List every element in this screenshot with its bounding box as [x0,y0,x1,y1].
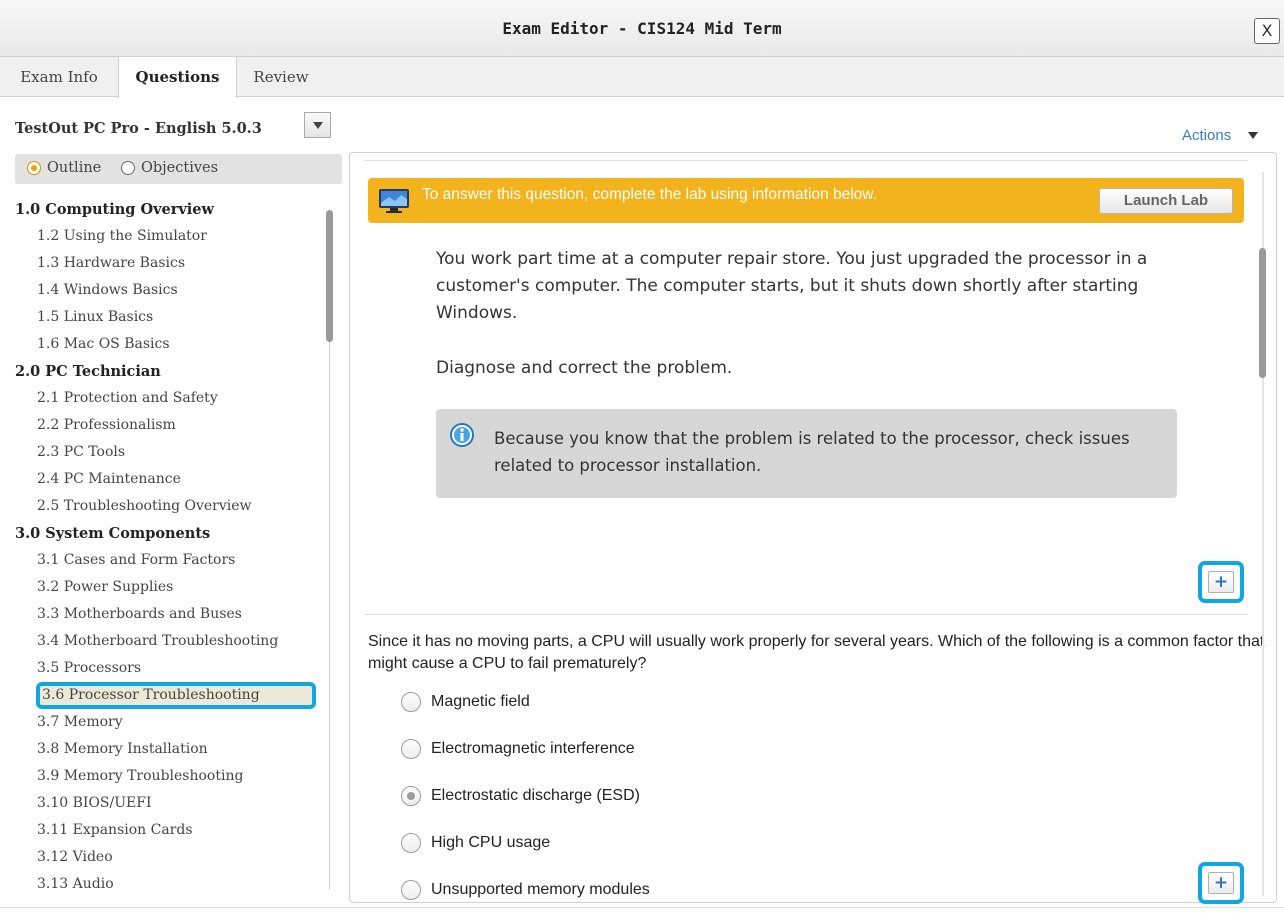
tab-review[interactable]: Review [237,57,325,97]
objectives-radio[interactable] [121,161,135,175]
outline-item[interactable]: 1.4 Windows Basics [15,277,320,304]
outline-list: 1.0 Computing Overview 1.2 Using the Simu… [15,196,320,898]
outline-option[interactable]: Outline [27,160,101,176]
lab-scenario: You work part time at a computer repair … [436,249,1148,323]
outline-item[interactable]: 3.7 Memory [15,709,320,736]
outline-item[interactable]: 3.5 Processors [15,655,320,682]
question-text: Since it has no moving parts, a CPU will… [368,633,1265,672]
caret-down-icon[interactable] [1248,132,1258,139]
outline-item[interactable]: 3.6 Processor Troubleshooting [15,682,320,709]
tab-bar: Exam Info Questions Review [0,57,1284,98]
title-bar: Exam Editor - CIS124 Mid Term X [0,0,1284,57]
answer-radio[interactable] [401,692,421,712]
objectives-option[interactable]: Objectives [121,160,218,176]
answer-label: High CPU usage [431,834,551,851]
tab-questions[interactable]: Questions [118,57,237,98]
outline-section[interactable]: 2.0 PC Technician [15,358,320,385]
outline-item[interactable]: 1.6 Mac OS Basics [15,331,320,358]
outline-item[interactable]: 2.4 PC Maintenance [15,466,320,493]
outline-scrollbar[interactable] [326,210,333,342]
outline-label: Outline [47,160,102,176]
outline-item[interactable]: 2.1 Protection and Safety [15,385,320,412]
chevron-down-icon[interactable] [304,112,331,138]
outline-radio[interactable] [27,161,41,175]
lab-instruction: To answer this question, complete the la… [422,186,877,203]
answer-option[interactable]: Unsupported memory modules [401,880,650,900]
answer-radio[interactable] [401,786,421,806]
outline-item[interactable]: 3.9 Memory Troubleshooting [15,763,320,790]
hint-text: Because you know that the problem is rel… [494,429,1130,475]
lab-task: Diagnose and correct the problem. [436,358,733,378]
view-toggle: Outline Objectives [15,154,342,184]
answer-option[interactable]: Magnetic field [401,692,530,712]
outline-item[interactable]: 3.1 Cases and Form Factors [15,547,320,574]
answer-option[interactable]: Electrostatic discharge (ESD) [401,786,640,806]
plus-icon: + [1208,872,1234,894]
outline-item[interactable]: 3.4 Motherboard Troubleshooting [15,628,320,655]
outline-item-label: 3.6 Processor Troubleshooting [42,687,260,703]
launch-lab-button[interactable]: Launch Lab [1099,188,1233,214]
outline-section[interactable]: 3.0 System Components [15,520,320,547]
add-question-button[interactable]: + [1198,561,1244,603]
outline-item[interactable]: 2.5 Troubleshooting Overview [15,493,320,520]
divider [364,160,1248,161]
answer-option[interactable]: High CPU usage [401,833,550,853]
outline-item[interactable]: 1.3 Hardware Basics [15,250,320,277]
answer-radio[interactable] [401,739,421,759]
answer-radio[interactable] [401,880,421,900]
course-selector[interactable]: TestOut PC Pro - English 5.0.3 [15,120,262,137]
outline-item[interactable]: 2.3 PC Tools [15,439,320,466]
add-question-button[interactable]: + [1198,862,1244,904]
window-title: Exam Editor - CIS124 Mid Term [502,19,782,38]
outline-item[interactable]: 3.11 Expansion Cards [15,817,320,844]
outline-item[interactable]: 3.2 Power Supplies [15,574,320,601]
close-button[interactable]: X [1254,18,1280,44]
divider [364,614,1248,615]
outline-item[interactable]: 2.2 Professionalism [15,412,320,439]
outline-item[interactable]: 1.2 Using the Simulator [15,223,320,250]
actions-menu[interactable]: Actions [1182,127,1231,144]
outline-item[interactable]: 3.3 Motherboards and Buses [15,601,320,628]
outline-item[interactable]: 1.5 Linux Basics [15,304,320,331]
answer-label: Magnetic field [431,693,530,710]
info-icon [450,423,474,447]
outline-item[interactable]: 3.13 Audio [15,871,320,898]
outline-item[interactable]: 3.8 Memory Installation [15,736,320,763]
content-scrollbar[interactable] [1259,248,1266,378]
objectives-label: Objectives [141,160,219,176]
answer-label: Electrostatic discharge (ESD) [431,787,640,804]
divider [0,907,1284,908]
answer-option[interactable]: Electromagnetic interference [401,739,635,759]
tab-exam-info[interactable]: Exam Info [0,57,118,97]
outline-item[interactable]: 3.10 BIOS/UEFI [15,790,320,817]
outline-item[interactable]: 3.12 Video [15,844,320,871]
answer-radio[interactable] [401,833,421,853]
outline-section[interactable]: 1.0 Computing Overview [15,196,320,223]
answer-label: Electromagnetic interference [431,740,635,757]
monitor-icon [379,189,409,213]
plus-icon: + [1208,571,1234,593]
answer-label: Unsupported memory modules [431,881,650,898]
